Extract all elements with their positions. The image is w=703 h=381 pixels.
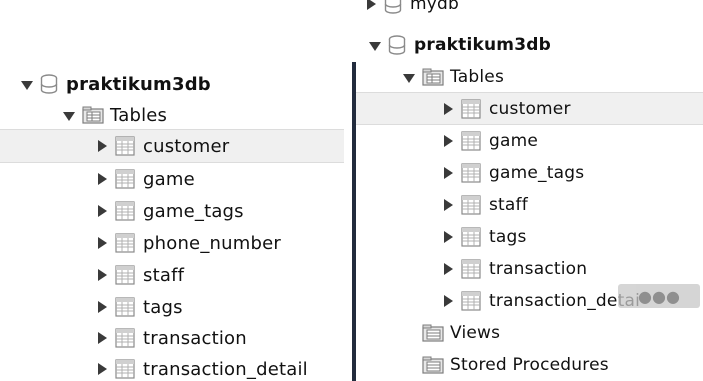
collapse-icon[interactable] [62, 108, 76, 122]
table-icon [115, 169, 135, 189]
table-row-game_tags[interactable]: game_tags [356, 157, 703, 189]
table-icon [461, 227, 481, 247]
table-icon [115, 328, 135, 348]
expand-icon[interactable] [95, 268, 109, 282]
table-row-game[interactable]: game [0, 162, 344, 196]
pane-divider [344, 0, 356, 381]
left-schema-tree: praktikum3db Tables customer game game_t… [0, 0, 344, 381]
tables-label: Tables [110, 104, 168, 126]
tables-folder-row[interactable]: Tables [356, 61, 703, 93]
schema-row-praktikum3db[interactable]: praktikum3db [0, 67, 344, 101]
expand-icon[interactable] [364, 0, 378, 11]
expand-icon[interactable] [441, 166, 455, 180]
table-row-tags[interactable]: tags [356, 221, 703, 253]
table-row-phone_number[interactable]: phone_number [0, 226, 344, 260]
expand-icon[interactable] [95, 172, 109, 186]
tables-folder-icon [82, 106, 104, 124]
table-icon [461, 259, 481, 279]
table-label: staff [489, 195, 528, 215]
expand-icon[interactable] [441, 134, 455, 148]
right-schema-tree: mydb praktikum3db Tables customer game g… [356, 0, 703, 381]
expand-icon[interactable] [95, 139, 109, 153]
table-icon [115, 136, 135, 156]
table-label: game_tags [489, 163, 585, 183]
table-icon [461, 98, 481, 119]
schema-row-praktikum3db[interactable]: praktikum3db [356, 29, 703, 61]
expand-icon[interactable] [95, 331, 109, 345]
table-label: tags [489, 227, 527, 247]
table-row-game[interactable]: game [356, 125, 703, 157]
table-label: staff [143, 264, 185, 286]
stored-procedures-folder-icon [422, 356, 444, 374]
table-row-transaction[interactable]: transaction [0, 321, 344, 355]
schema-label: mydb [410, 0, 460, 14]
expand-icon[interactable] [95, 204, 109, 218]
table-label: phone_number [143, 232, 281, 254]
table-label: transaction [143, 327, 247, 349]
database-icon [388, 34, 406, 56]
tables-folder-row[interactable]: Tables [0, 98, 344, 132]
expand-icon[interactable] [441, 262, 455, 276]
views-folder-row[interactable]: Views [356, 317, 703, 349]
expand-icon[interactable] [441, 198, 455, 212]
table-label: game [489, 131, 539, 151]
table-label: transaction [489, 259, 588, 279]
table-icon [115, 233, 135, 253]
table-row-customer[interactable]: customer [0, 129, 344, 163]
table-icon [461, 131, 481, 151]
table-icon [115, 265, 135, 285]
table-row-game_tags[interactable]: game_tags [0, 194, 344, 228]
table-icon [115, 359, 135, 379]
watermark-overlay: ●●● [618, 284, 700, 308]
table-row-transaction[interactable]: transaction [356, 253, 703, 285]
table-row-customer[interactable]: customer [356, 92, 703, 125]
stored-procedures-folder-row[interactable]: Stored Procedures [356, 349, 703, 381]
expand-icon[interactable] [441, 294, 455, 308]
expand-icon[interactable] [441, 230, 455, 244]
database-icon [40, 73, 58, 95]
views-label: Views [450, 323, 501, 343]
expand-icon[interactable] [95, 236, 109, 250]
table-icon [115, 297, 135, 317]
tables-label: Tables [450, 67, 505, 87]
table-row-transaction_detail[interactable]: transaction_detail [0, 352, 344, 381]
tables-folder-icon [422, 68, 444, 86]
table-icon [115, 201, 135, 221]
table-row-staff[interactable]: staff [356, 189, 703, 221]
table-icon [461, 195, 481, 215]
schema-row-mydb[interactable]: mydb [356, 0, 703, 18]
database-icon [384, 0, 402, 15]
schema-label: praktikum3db [414, 35, 551, 55]
collapse-icon[interactable] [368, 38, 382, 52]
table-label: transaction_detail [143, 358, 308, 380]
table-icon [461, 163, 481, 183]
expand-icon[interactable] [95, 362, 109, 376]
table-row-staff[interactable]: staff [0, 258, 344, 292]
stored-procedures-label: Stored Procedures [450, 355, 609, 375]
table-icon [461, 291, 481, 311]
table-label: customer [489, 98, 571, 119]
table-label: tags [143, 296, 183, 318]
views-folder-icon [422, 324, 444, 342]
table-label: game [143, 168, 195, 190]
collapse-icon[interactable] [20, 77, 34, 91]
table-label: customer [143, 135, 230, 157]
expand-icon[interactable] [441, 102, 455, 116]
expand-icon[interactable] [95, 300, 109, 314]
table-row-tags[interactable]: tags [0, 290, 344, 324]
table-label: game_tags [143, 200, 244, 222]
schema-label: praktikum3db [66, 73, 211, 95]
collapse-icon[interactable] [402, 70, 416, 84]
